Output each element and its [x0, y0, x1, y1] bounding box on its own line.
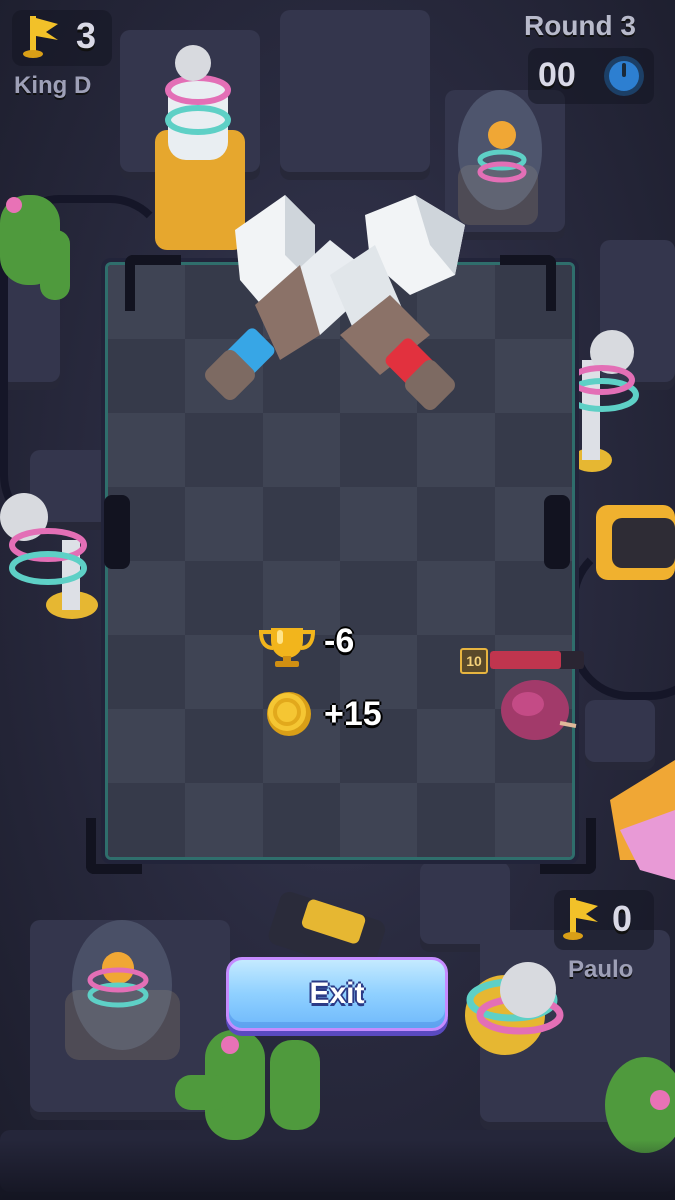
flag-icon: [563, 898, 598, 940]
cactus-decor: [175, 1030, 320, 1140]
exit-button-label: Exit: [309, 977, 365, 1010]
crossed-swords-icon: [205, 195, 465, 410]
coin-icon: [267, 692, 311, 736]
board-tile: [185, 709, 263, 783]
trophy-icon: [258, 628, 316, 667]
board-tile: [340, 783, 418, 857]
cannon-decor: [596, 505, 675, 580]
trophy-change: -6: [324, 622, 355, 660]
board-tile: [185, 783, 263, 857]
board-corner: [540, 818, 596, 874]
board-tile: [494, 339, 572, 413]
cactus-decor: [605, 1057, 675, 1153]
board-tile: [340, 487, 418, 561]
bottom-vignette: [0, 1140, 675, 1200]
tower-decor: [65, 920, 180, 1060]
board-corner: [86, 818, 142, 874]
board-tile: [262, 487, 340, 561]
board-tile: [108, 709, 186, 783]
ring-pole-decor: [0, 493, 98, 619]
board-tile: [108, 413, 186, 487]
sword-red: [330, 195, 465, 410]
enemy-level: 10: [466, 653, 482, 669]
board-tile: [417, 783, 495, 857]
board-tile: [185, 635, 263, 709]
player-flag-count: 3: [76, 15, 97, 56]
board-tile: [262, 783, 340, 857]
board-tile: [185, 487, 263, 561]
tower-decor: [465, 962, 564, 1055]
cactus-decor: [0, 195, 70, 300]
enemy-level-badge: 10: [460, 648, 488, 674]
board-tile: [108, 339, 186, 413]
round-label: Round 3: [524, 10, 636, 41]
board-bumper: [544, 495, 570, 569]
game-scene: 10 -6 +15 3 King D Round 3 00 0 Paulo Ex…: [0, 0, 675, 1200]
board-tile: [108, 561, 186, 635]
board-corner: [500, 255, 556, 311]
enemy-health-fill: [490, 651, 561, 669]
player-name: King D: [14, 72, 92, 99]
opponent-name: Paulo: [568, 956, 634, 983]
exit-button[interactable]: Exit: [226, 957, 448, 1031]
board-tile: [417, 487, 495, 561]
board-tile: [185, 561, 263, 635]
opponent-flag-count: 0: [612, 898, 633, 939]
board-tile: [494, 561, 572, 635]
board-bumper: [104, 495, 130, 569]
board-tile: [417, 709, 495, 783]
timer-icon: [604, 56, 644, 96]
ring-pole-decor: [565, 330, 639, 472]
board-tile: [494, 413, 572, 487]
monster-decor: [610, 760, 675, 880]
flag-icon: [23, 16, 58, 58]
board-corner: [125, 255, 181, 311]
coin-change: +15: [324, 695, 382, 733]
enemy-unit: [501, 680, 577, 740]
tower-decor: [458, 90, 542, 225]
round-timer-value: 00: [538, 56, 576, 94]
enemy-health-track: [490, 651, 584, 669]
board-tile: [417, 561, 495, 635]
board-tile: [108, 635, 186, 709]
